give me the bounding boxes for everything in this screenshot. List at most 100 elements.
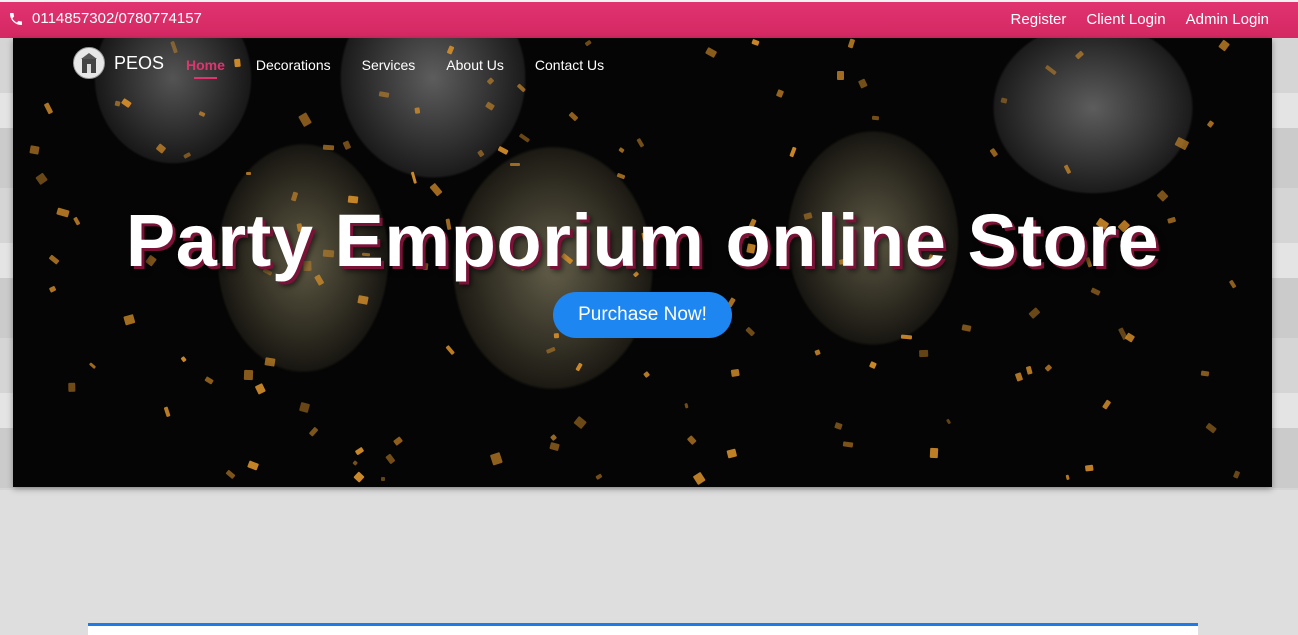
confetti-piece xyxy=(1233,470,1241,479)
confetti-piece xyxy=(308,426,319,437)
confetti-piece xyxy=(225,469,236,480)
nav-item-services[interactable]: Services xyxy=(362,57,416,73)
confetti-piece xyxy=(123,313,136,326)
confetti-piece xyxy=(48,285,57,293)
confetti-piece xyxy=(1044,364,1052,372)
confetti-piece xyxy=(477,149,485,158)
confetti-piece xyxy=(1174,136,1190,150)
confetti-piece xyxy=(989,148,998,158)
confetti-piece xyxy=(726,448,738,459)
confetti-piece xyxy=(156,143,167,154)
nav-menu: Home Decorations Services About Us Conta… xyxy=(186,57,635,79)
confetti-piece xyxy=(549,433,557,441)
confetti-piece xyxy=(1063,163,1071,174)
confetti-piece xyxy=(392,436,403,447)
confetti-piece xyxy=(1117,327,1128,340)
confetti-piece xyxy=(549,442,560,452)
top-contact-bar: 0114857302/0780774157 Register Client Lo… xyxy=(0,0,1298,38)
confetti-piece xyxy=(121,98,132,108)
main-navbar: PEOS Home Decorations Services About Us … xyxy=(13,38,1272,92)
hero-title: Party Emporium online Store xyxy=(125,199,1160,282)
confetti-piece xyxy=(573,416,588,430)
brand-logo-icon xyxy=(73,47,105,79)
confetti-piece xyxy=(595,473,603,480)
confetti-piece xyxy=(204,376,215,386)
confetti-piece xyxy=(414,107,421,115)
confetti-piece xyxy=(519,133,531,143)
confetti-piece xyxy=(731,368,741,377)
confetti-piece xyxy=(68,383,76,393)
confetti-piece xyxy=(353,471,365,483)
confetti-piece xyxy=(1101,399,1111,411)
confetti-piece xyxy=(163,406,171,418)
confetti-piece xyxy=(1065,474,1070,481)
purchase-now-button[interactable]: Purchase Now! xyxy=(553,292,732,338)
confetti-piece xyxy=(961,324,971,332)
confetti-piece xyxy=(1026,365,1034,376)
confetti-piece xyxy=(484,101,495,112)
hero-banner: PEOS Home Decorations Services About Us … xyxy=(13,38,1272,487)
confetti-piece xyxy=(378,91,390,99)
confetti-piece xyxy=(1090,286,1101,296)
confetti-piece xyxy=(1200,370,1209,377)
confetti-piece xyxy=(351,459,358,466)
confetti-piece xyxy=(687,434,697,445)
content-card xyxy=(88,623,1198,635)
confetti-piece xyxy=(684,402,689,408)
confetti-piece xyxy=(264,357,276,367)
confetti-piece xyxy=(497,145,510,156)
confetti-piece xyxy=(1084,464,1094,472)
confetti-piece xyxy=(1028,307,1041,319)
confetti-piece xyxy=(357,294,370,305)
account-links: Register Client Login Admin Login xyxy=(1011,11,1269,28)
confetti-piece xyxy=(355,447,365,456)
confetti-piece xyxy=(1000,97,1008,104)
confetti-piece xyxy=(575,362,584,372)
confetti-piece xyxy=(945,418,952,425)
confetti-piece xyxy=(114,100,121,108)
confetti-piece xyxy=(386,453,396,464)
phone-icon xyxy=(10,12,22,25)
confetti-piece xyxy=(322,144,335,152)
confetti-piece xyxy=(410,171,417,184)
confetti-piece xyxy=(869,361,878,370)
confetti-piece xyxy=(88,362,96,370)
confetti-piece xyxy=(298,112,313,128)
client-login-link[interactable]: Client Login xyxy=(1086,11,1165,28)
confetti-piece xyxy=(616,172,625,180)
admin-login-link[interactable]: Admin Login xyxy=(1186,11,1269,28)
confetti-piece xyxy=(35,172,48,186)
confetti-piece xyxy=(789,146,797,158)
confetti-piece xyxy=(490,452,503,466)
confetti-piece xyxy=(254,383,266,395)
confetti-piece xyxy=(618,147,625,154)
nav-item-contact-us[interactable]: Contact Us xyxy=(535,57,604,73)
confetti-piece xyxy=(381,477,386,482)
register-link[interactable]: Register xyxy=(1011,11,1067,28)
confetti-piece xyxy=(429,182,443,197)
confetti-piece xyxy=(29,145,40,155)
phone-contact: 0114857302/0780774157 xyxy=(8,10,202,27)
confetti-piece xyxy=(444,344,455,356)
confetti-piece xyxy=(1014,372,1024,382)
confetti-piece xyxy=(182,151,192,159)
confetti-piece xyxy=(342,140,352,150)
nav-item-home[interactable]: Home xyxy=(186,57,225,79)
confetti-piece xyxy=(44,102,54,115)
confetti-piece xyxy=(568,111,579,121)
confetti-piece xyxy=(842,441,854,449)
brand-name: PEOS xyxy=(114,52,165,73)
phone-number: 0114857302/0780774157 xyxy=(32,10,202,27)
brand[interactable]: PEOS xyxy=(73,47,164,79)
confetti-piece xyxy=(179,355,187,362)
confetti-piece xyxy=(245,171,251,176)
confetti-piece xyxy=(243,369,254,380)
confetti-piece xyxy=(546,347,556,355)
confetti-piece xyxy=(299,402,311,414)
nav-item-decorations[interactable]: Decorations xyxy=(256,57,331,73)
confetti-piece xyxy=(553,333,559,339)
confetti-piece xyxy=(814,349,822,356)
nav-item-about-us[interactable]: About Us xyxy=(446,57,504,73)
confetti-piece xyxy=(834,421,843,430)
confetti-piece xyxy=(745,326,755,336)
